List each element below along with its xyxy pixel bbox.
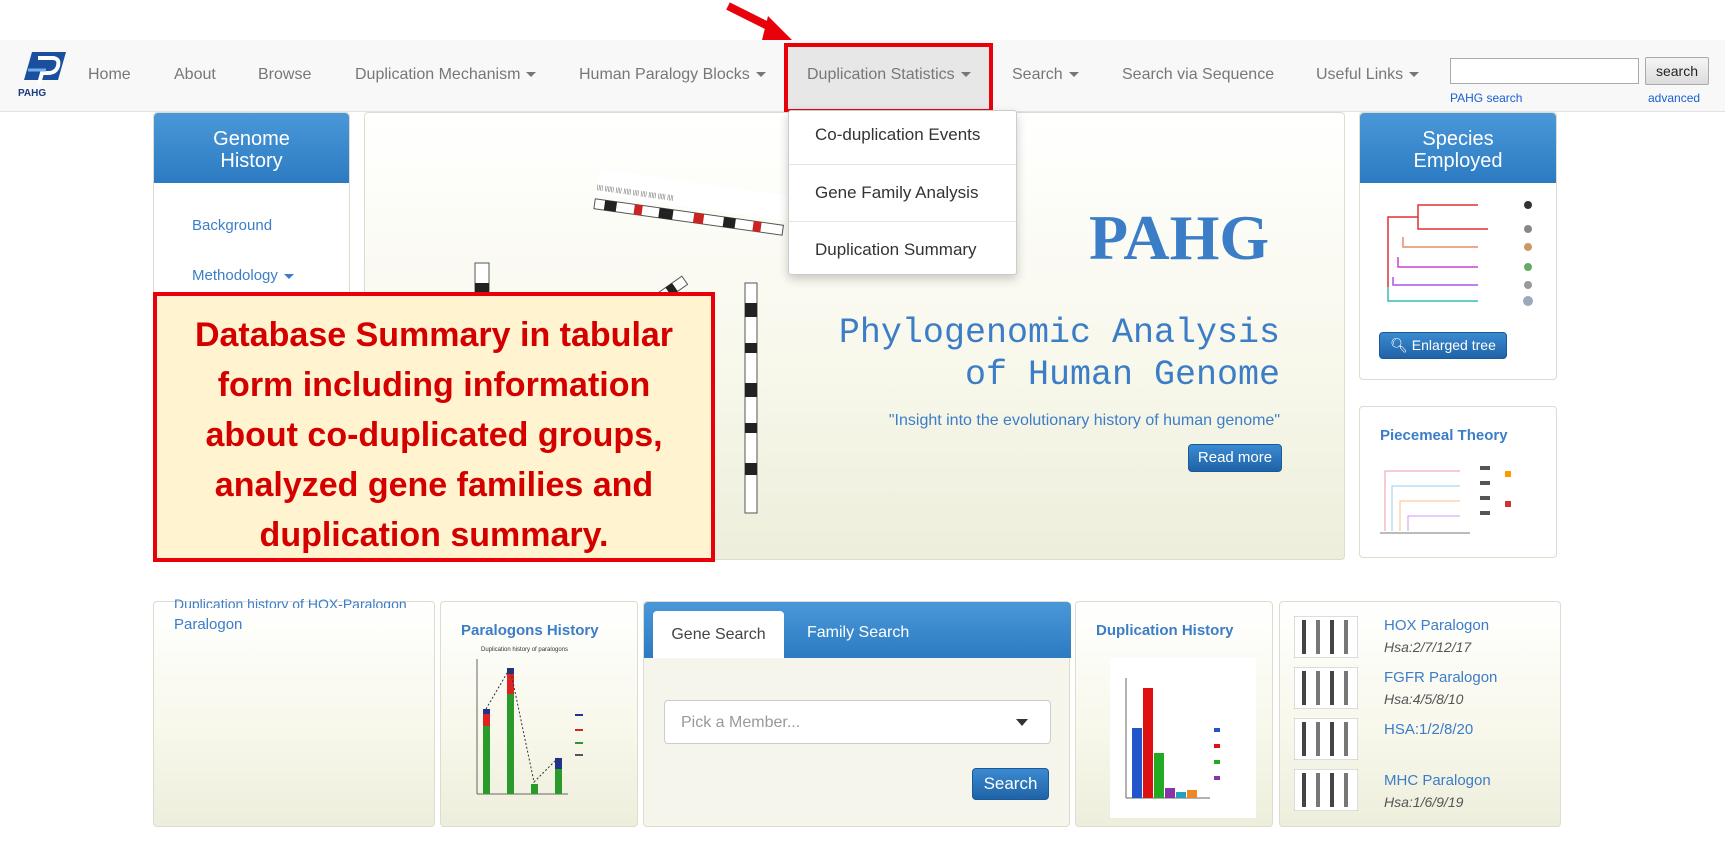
mhc-paralogon-link[interactable]: MHC Paralogon [1384, 772, 1491, 789]
methodology-label: Methodology [192, 267, 278, 284]
piecemeal-theory-image [1380, 466, 1511, 534]
hsa-1-2-8-20-thumbnail [1294, 718, 1358, 760]
nav-search[interactable]: Search [1012, 66, 1079, 84]
nav-about[interactable]: About [174, 66, 216, 84]
dropdown-divider [789, 164, 1016, 165]
chevron-down-icon [1016, 719, 1028, 726]
duplication-history-chart [1110, 658, 1256, 818]
gene-search-button[interactable]: Search [972, 768, 1049, 800]
piecemeal-theory-panel: Piecemeal Theory [1359, 406, 1557, 558]
annotation-highlight-box [784, 43, 993, 113]
paralogon-list-panel: HOX Paralogon Hsa:2/7/12/17 FGFR Paralog… [1279, 601, 1561, 827]
nav-duplication-mechanism-label: Duplication Mechanism [355, 66, 521, 83]
hox-paralogon-link[interactable]: HOX Paralogon [1384, 617, 1489, 634]
nav-human-paralogy-blocks-label: Human Paralogy Blocks [579, 66, 750, 83]
fgfr-paralogon-thumbnail [1294, 667, 1358, 709]
tab-gene-search[interactable]: Gene Search [653, 611, 784, 658]
nav-home[interactable]: Home [88, 66, 131, 84]
read-more-button[interactable]: Read more [1188, 444, 1282, 472]
paralogon-link[interactable]: Paralogon [174, 616, 242, 633]
paralogons-history-panel: Paralogons History Duplication history o… [440, 601, 638, 827]
chevron-down-icon [1068, 72, 1079, 78]
genome-history-title-2: History [220, 150, 283, 172]
nav-search-via-sequence[interactable]: Search via Sequence [1122, 66, 1274, 84]
site-search-input[interactable] [1450, 58, 1639, 84]
nav-human-paralogy-blocks[interactable]: Human Paralogy Blocks [579, 66, 766, 84]
paralogon-history-truncated: Duplication history of HOX-Paralogon [174, 596, 407, 608]
genome-history-methodology-link[interactable]: Methodology [192, 267, 294, 284]
zoom-in-icon: 🔍︎ [1390, 337, 1408, 353]
fgfr-paralogon-loc: Hsa:4/5/8/10 [1384, 691, 1464, 707]
paralogons-history-title[interactable]: Paralogons History [461, 622, 599, 639]
species-title-2: Employed [1413, 150, 1503, 172]
pick-member-placeholder: Pick a Member... [681, 714, 801, 731]
enlarged-tree-label: Enlarged tree [1411, 337, 1496, 353]
nav-search-label: Search [1012, 66, 1063, 83]
duplication-history-panel: Duplication History [1075, 601, 1273, 827]
chevron-down-icon [283, 273, 294, 279]
paralogons-history-chart [476, 659, 583, 795]
chevron-down-icon [755, 72, 766, 78]
pick-member-select[interactable]: Pick a Member... [664, 700, 1051, 744]
chevron-down-icon [1409, 72, 1420, 78]
hox-paralogon-thumbnail [1294, 616, 1358, 658]
piecemeal-theory-title[interactable]: Piecemeal Theory [1380, 427, 1508, 444]
species-employed-header: Species Employed [1360, 113, 1556, 183]
duplication-statistics-dropdown: Co-duplication Events Gene Family Analys… [788, 110, 1017, 275]
chevron-down-icon [526, 72, 537, 78]
page: PAHG Home About Browse Duplication Mecha… [0, 0, 1725, 850]
hox-paralogon-loc: Hsa:2/7/12/17 [1384, 639, 1472, 655]
hsa-1-2-8-20-link[interactable]: HSA:1/2/8/20 [1384, 721, 1473, 738]
annotation-callout-text: Database Summary in tabular form includi… [194, 316, 674, 554]
pahg-search-link[interactable]: PAHG search [1450, 91, 1522, 105]
paralogons-chart-caption: Duplication history of paralogons [481, 647, 569, 653]
genome-history-title-1: Genome [213, 128, 290, 150]
dropdown-gene-family-analysis[interactable]: Gene Family Analysis [789, 183, 1016, 203]
tab-family-search[interactable]: Family Search [807, 624, 909, 642]
logo-text: PAHG [18, 88, 47, 99]
nav-useful-links-label: Useful Links [1316, 66, 1404, 83]
hero-subtitle-line2: of Human Genome [964, 355, 1280, 395]
dropdown-co-duplication-events[interactable]: Co-duplication Events [789, 125, 1016, 145]
nav-duplication-mechanism[interactable]: Duplication Mechanism [355, 66, 537, 84]
mhc-paralogon-loc: Hsa:1/6/9/19 [1384, 794, 1464, 810]
advanced-search-link[interactable]: advanced [1648, 91, 1700, 105]
species-title-1: Species [1422, 128, 1494, 150]
duplication-history-title[interactable]: Duplication History [1096, 622, 1234, 639]
hero-title: PAHG [1089, 202, 1270, 273]
species-employed-panel: Species Employed 🔍︎ Enlarged tree [1359, 112, 1557, 380]
mhc-paralogon-thumbnail [1294, 769, 1358, 811]
dropdown-divider [789, 221, 1016, 222]
genome-history-background-link[interactable]: Background [192, 217, 272, 234]
hero-subtitle-line1: Phylogenomic Analysis [838, 313, 1280, 353]
annotation-callout: Database Summary in tabular form includi… [153, 292, 715, 562]
species-tree-image [1387, 201, 1533, 306]
nav-useful-links[interactable]: Useful Links [1316, 66, 1420, 84]
gene-search-panel: Gene Search Family Search Pick a Member.… [643, 601, 1071, 827]
genome-history-header: Genome History [154, 113, 349, 183]
nav-browse[interactable]: Browse [258, 66, 311, 84]
fgfr-paralogon-link[interactable]: FGFR Paralogon [1384, 669, 1497, 686]
site-search-button[interactable]: search [1645, 57, 1709, 85]
dropdown-duplication-summary[interactable]: Duplication Summary [789, 240, 1016, 260]
enlarged-tree-button[interactable]: 🔍︎ Enlarged tree [1379, 332, 1507, 359]
paralogon-history-panel: Duplication history of HOX-Paralogon Par… [153, 596, 435, 827]
hero-tagline: "Insight into the evolutionary history o… [888, 412, 1280, 429]
